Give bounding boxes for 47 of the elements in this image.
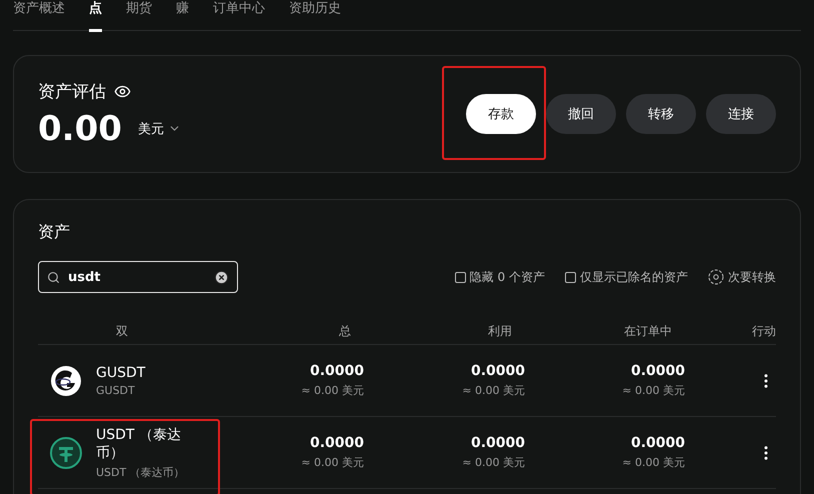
fiat-value: ≈ 0.00 美元 — [622, 383, 685, 398]
column-header: 利用 — [487, 323, 512, 340]
table-cell: 0.0000 — [630, 363, 685, 379]
action-button[interactable]: 转移 — [626, 94, 696, 134]
search-bar[interactable]: usdt — [38, 261, 238, 293]
checkbox-label: 仅显示已除名的资产 — [580, 268, 688, 286]
fiat-value: ≈ 0.00 美元 — [622, 455, 685, 470]
tab[interactable]: 订单中心 — [201, 0, 277, 31]
tab[interactable]: 点 — [77, 0, 114, 31]
tab[interactable]: 资助历史 — [277, 0, 353, 31]
tab[interactable]: 赚 — [164, 0, 201, 31]
column-header: 双 — [115, 323, 129, 340]
table-cell: 0.0000 — [310, 435, 364, 451]
fiat-value: ≈ 0.00 美元 — [301, 383, 364, 398]
column-header: 总 — [338, 323, 351, 340]
balance-amount: 0.00 — [38, 108, 122, 148]
clear-icon[interactable] — [214, 270, 229, 284]
fiat-value: ≈ 0.00 美元 — [462, 383, 525, 398]
target-icon — [708, 269, 724, 285]
asset-subtitle: USDT （泰达币） — [96, 464, 186, 480]
checkbox[interactable] — [565, 272, 576, 282]
column-header: 在订单中 — [623, 323, 672, 340]
coin-logo-icon — [50, 436, 82, 468]
card-title: 资产评估 — [38, 80, 106, 102]
fiat-value: ≈ 0.00 美元 — [301, 455, 364, 470]
tab[interactable]: 期货 — [114, 0, 164, 31]
currency-selector[interactable]: 美元 — [138, 120, 164, 138]
action-button[interactable]: 存款 — [466, 94, 536, 134]
asset-subtitle: GUSDT — [96, 384, 136, 396]
table-cell: 0.0000 — [630, 435, 685, 451]
asset-name: GUSDT — [96, 364, 146, 380]
coin-logo-icon — [50, 364, 82, 396]
table-cell: 0.0000 — [470, 363, 525, 379]
section-title: 资产 — [38, 222, 71, 243]
tab[interactable]: 资产概述 — [13, 0, 77, 31]
asset-name: USDT （泰达币） — [96, 426, 182, 462]
action-button[interactable]: 撤回 — [546, 94, 616, 134]
table-cell: 0.0000 — [310, 363, 364, 379]
column-header: 行动 — [751, 323, 776, 340]
checkbox[interactable] — [454, 272, 466, 282]
table-cell: 0.0000 — [470, 435, 525, 451]
search-icon — [47, 270, 60, 284]
checkbox-label: 隐藏 0 个资产 — [470, 268, 545, 286]
action-button[interactable]: 连接 — [706, 94, 776, 134]
fiat-value: ≈ 0.00 美元 — [462, 455, 525, 470]
search-input[interactable]: usdt — [66, 268, 208, 286]
convert-link[interactable]: 次要转换 — [728, 268, 776, 286]
